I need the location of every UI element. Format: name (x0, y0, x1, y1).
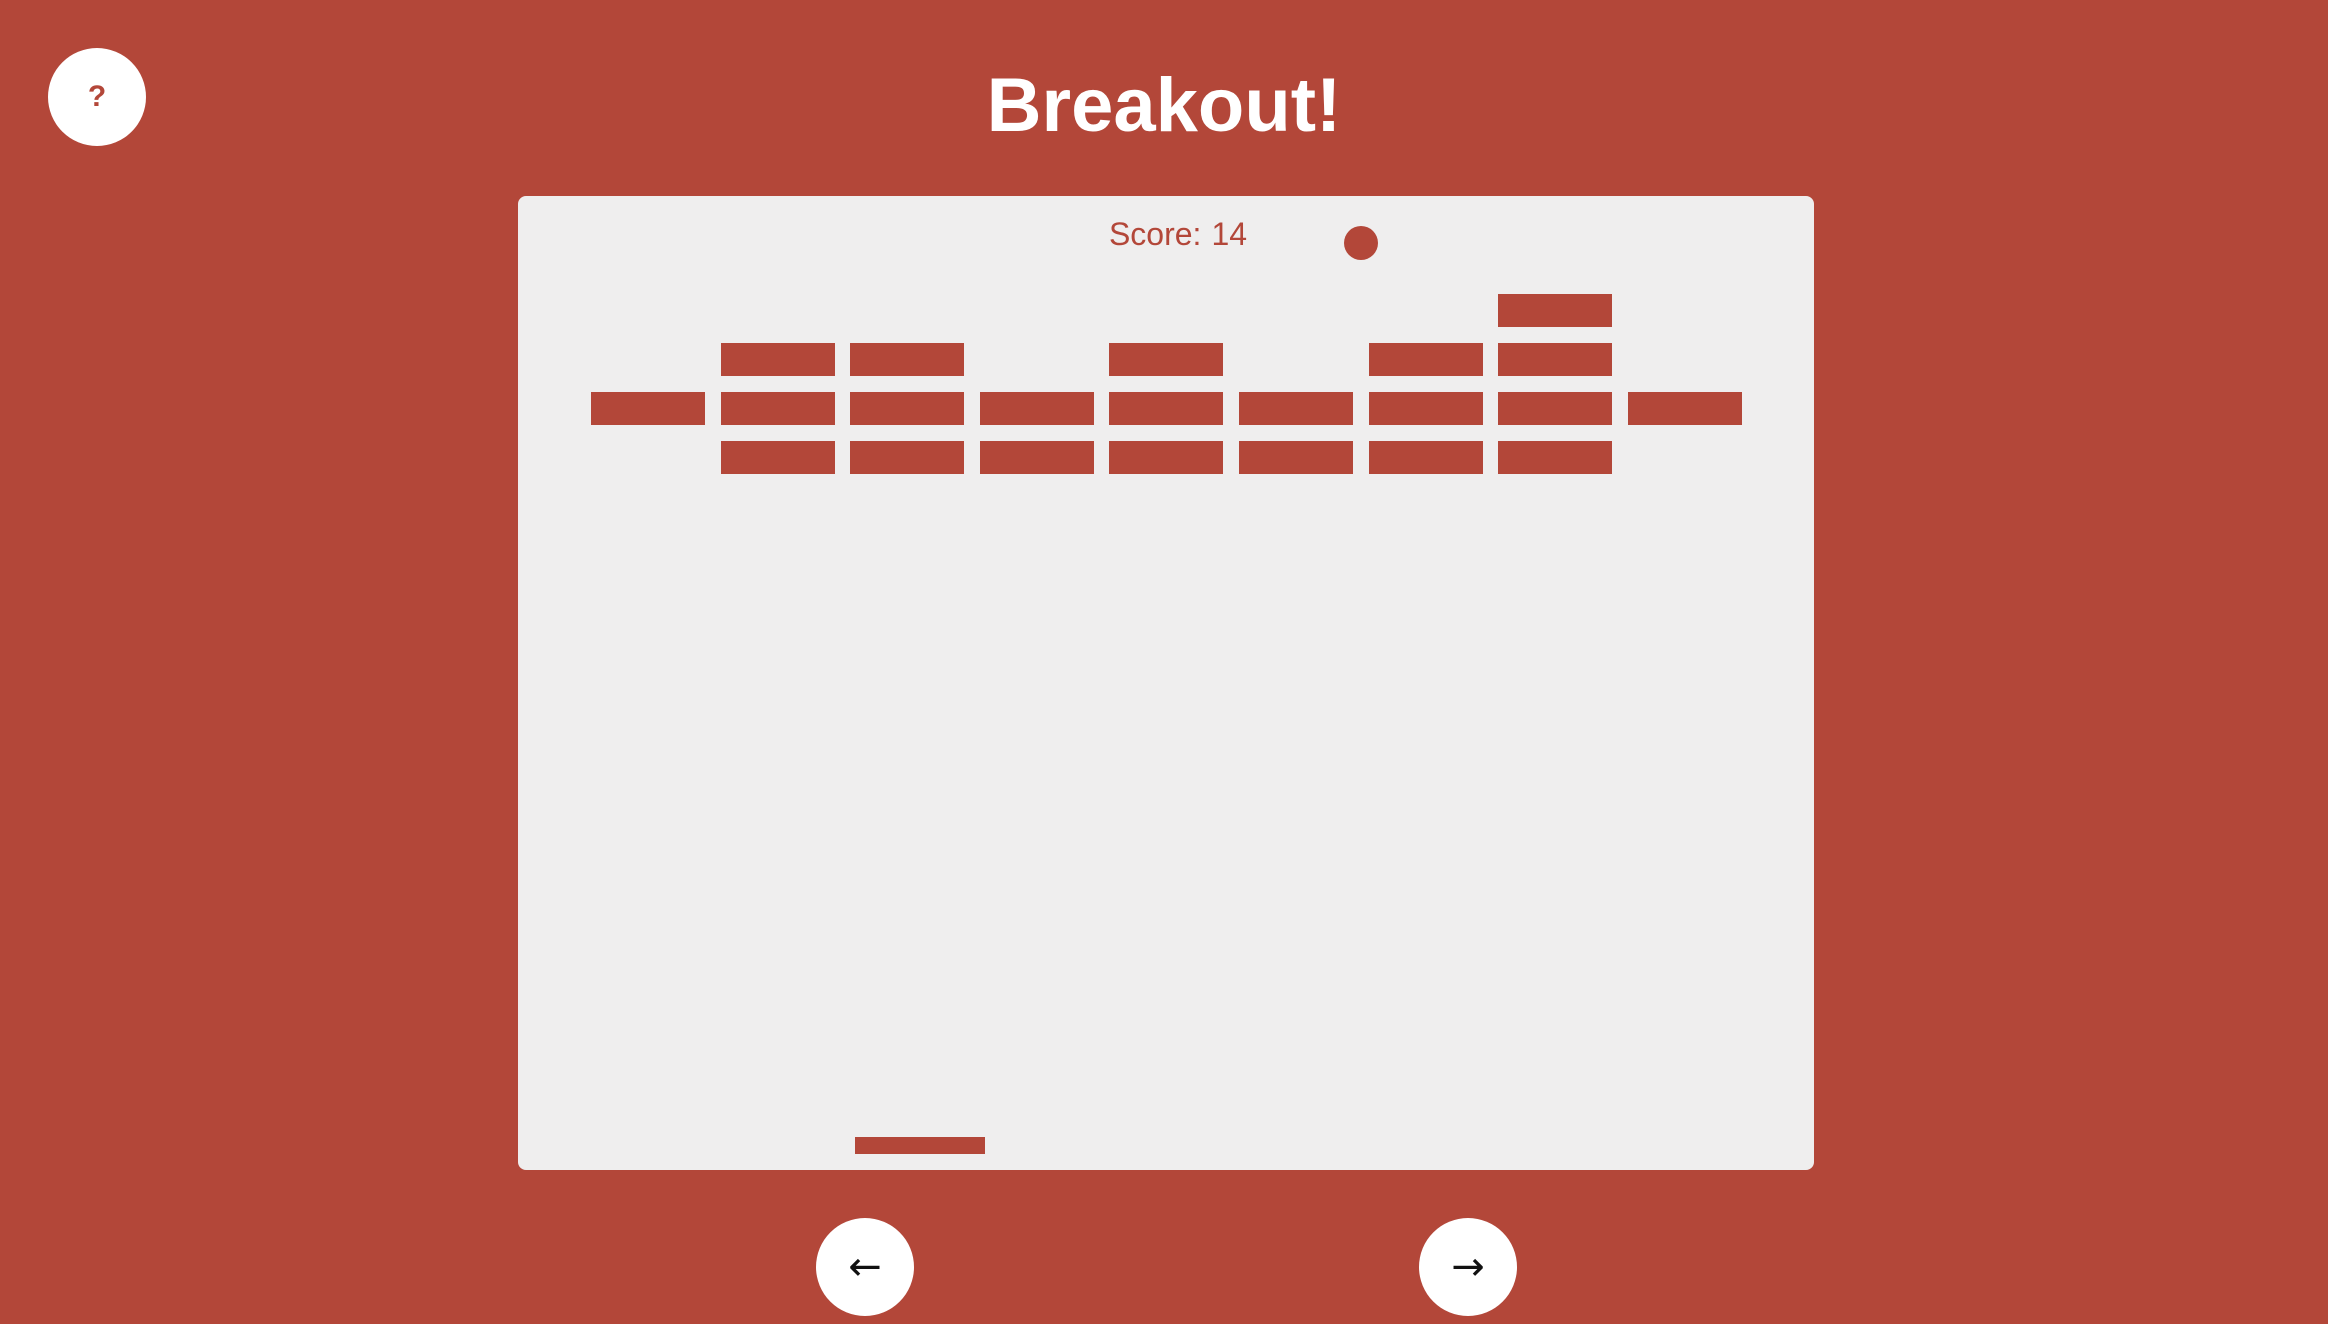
brick (980, 441, 1094, 474)
brick (1369, 392, 1483, 425)
arrow-right-icon: → (1451, 1244, 1485, 1290)
brick (1369, 343, 1483, 376)
arrow-left-icon: ← (848, 1244, 882, 1290)
ball (1344, 226, 1378, 260)
brick (721, 343, 835, 376)
score-display: Score: 14 (518, 214, 1814, 254)
brick (850, 392, 964, 425)
score-value: 14 (1211, 216, 1248, 252)
move-right-button[interactable]: → (1419, 1218, 1517, 1316)
score-label: Score: (1108, 216, 1202, 252)
move-left-button[interactable]: ← (816, 1218, 914, 1316)
brick (1109, 441, 1223, 474)
brick (1498, 441, 1612, 474)
brick (850, 441, 964, 474)
brick (1109, 392, 1223, 425)
page-title: Breakout! (986, 63, 1342, 148)
brick (591, 392, 705, 425)
brick (721, 392, 835, 425)
brick (850, 343, 964, 376)
brick (980, 392, 1094, 425)
brick (721, 441, 835, 474)
brick (1369, 441, 1483, 474)
brick (1498, 392, 1612, 425)
paddle[interactable] (855, 1137, 985, 1154)
brick (1498, 294, 1612, 327)
brick (1109, 343, 1223, 376)
brick (1628, 392, 1742, 425)
brick (1498, 343, 1612, 376)
brick (1239, 441, 1353, 474)
brick (1239, 392, 1353, 425)
game-board[interactable]: Score: 14 (518, 196, 1814, 1170)
